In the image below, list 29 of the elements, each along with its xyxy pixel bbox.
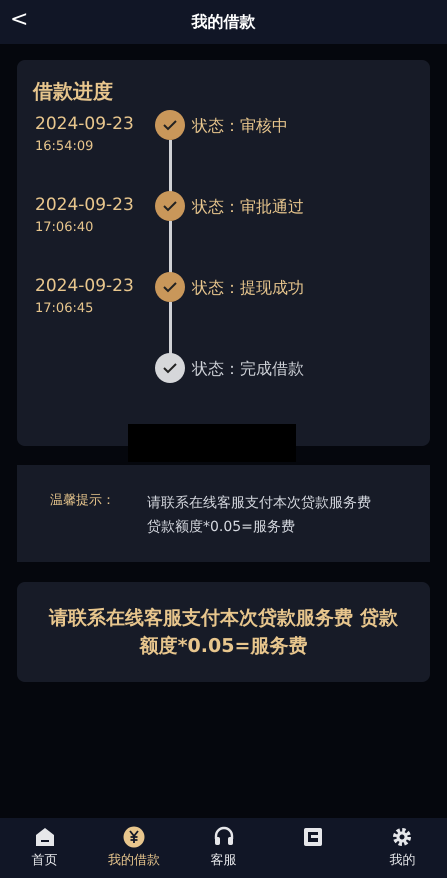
page-title: 我的借款	[192, 11, 256, 33]
tab-button[interactable]: 我的	[358, 818, 447, 878]
date-text: 2024-09-23	[35, 276, 135, 296]
tip-label: 温馨提示：	[49, 492, 116, 510]
date-text: 2024-09-23	[35, 114, 135, 134]
date-text: 2024-09-23	[35, 195, 135, 215]
status-text: 状态：完成借款	[190, 358, 304, 380]
tip-text: 贷款额度*0.05=服务费	[147, 518, 296, 537]
yen-coin-icon	[123, 826, 146, 848]
status-text: 状态：审核中	[190, 115, 288, 137]
status-text: 状态：审批通过	[190, 196, 304, 218]
headset-icon	[212, 826, 235, 848]
settings-icon	[391, 826, 414, 848]
tab-button[interactable]: 首页	[0, 818, 90, 878]
tip-text: 请联系在线客服支付本次贷款服务费	[147, 494, 371, 513]
home-icon	[34, 826, 56, 848]
square-icon	[302, 826, 324, 848]
notice-text: 请联系在线客服支付本次贷款服务费 贷款额度*0.05=服务费	[48, 606, 399, 659]
tab-button[interactable]: 我的借款	[89, 818, 179, 878]
back-button[interactable]: <	[10, 7, 28, 33]
time-text: 17:06:40	[35, 219, 94, 237]
tab-button[interactable]: 客服	[178, 818, 268, 878]
time-text: 16:54:09	[35, 138, 94, 156]
status-text: 状态：提现成功	[190, 277, 304, 299]
check-icon	[155, 272, 185, 302]
check-icon	[155, 110, 185, 140]
section-title: 借款进度	[32, 78, 114, 105]
time-text: 17:06:45	[35, 300, 94, 318]
check-icon	[155, 191, 185, 221]
